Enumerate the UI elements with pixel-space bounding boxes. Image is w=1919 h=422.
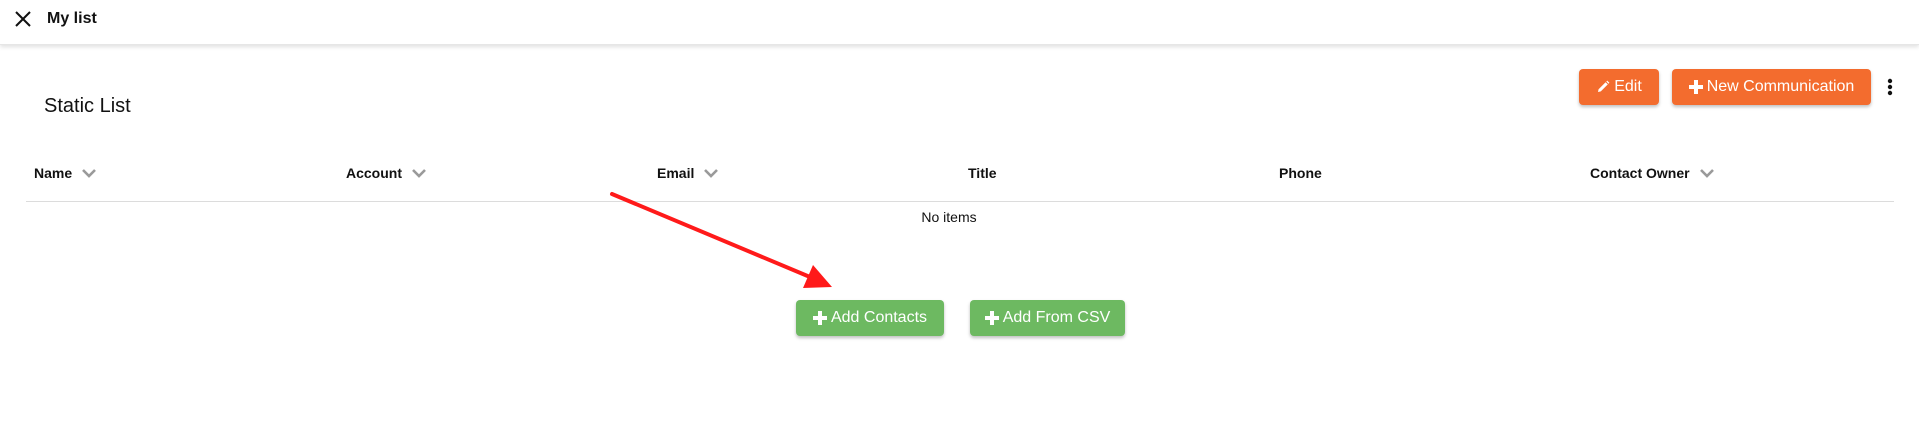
more-vertical-icon[interactable] (1883, 77, 1897, 97)
close-icon[interactable] (13, 9, 33, 29)
page-title: My list (47, 10, 97, 27)
column-header-title: Title (968, 160, 997, 186)
edit-button[interactable]: Edit (1579, 69, 1659, 105)
list-type-title: Static List (44, 95, 131, 117)
plus-icon (984, 311, 999, 325)
add-contacts-button[interactable]: Add Contacts (796, 300, 944, 336)
top-bar: My list (0, 0, 1919, 45)
chevron-down-icon[interactable] (412, 168, 426, 178)
edit-label: Edit (1614, 78, 1642, 95)
empty-state-message: No items (921, 209, 977, 225)
add-contacts-label: Add Contacts (830, 309, 928, 326)
column-header-contact-owner[interactable]: Contact Owner (1590, 160, 1714, 186)
pencil-icon (1596, 80, 1610, 94)
column-label: Account (346, 165, 402, 181)
plus-icon (1688, 80, 1703, 94)
plus-icon (812, 311, 827, 325)
chevron-down-icon[interactable] (704, 168, 719, 178)
chevron-down-icon[interactable] (82, 168, 97, 178)
column-header-name[interactable]: Name (34, 160, 97, 186)
chevron-down-icon[interactable] (1699, 168, 1714, 178)
column-label: Contact Owner (1590, 165, 1690, 181)
column-header-account[interactable]: Account (346, 160, 426, 186)
new-communication-label: New Communication (1706, 78, 1855, 95)
column-label: Phone (1279, 165, 1322, 181)
table-header: Name Account Email Title Phone Contact O… (26, 160, 1894, 202)
column-header-email[interactable]: Email (657, 160, 719, 186)
column-header-phone: Phone (1279, 160, 1322, 186)
column-label: Title (968, 165, 997, 181)
column-label: Name (34, 165, 73, 181)
add-from-csv-label: Add From CSV (1002, 309, 1111, 326)
column-label: Email (657, 165, 695, 181)
add-from-csv-button[interactable]: Add From CSV (970, 300, 1125, 336)
new-communication-button[interactable]: New Communication (1672, 69, 1871, 105)
